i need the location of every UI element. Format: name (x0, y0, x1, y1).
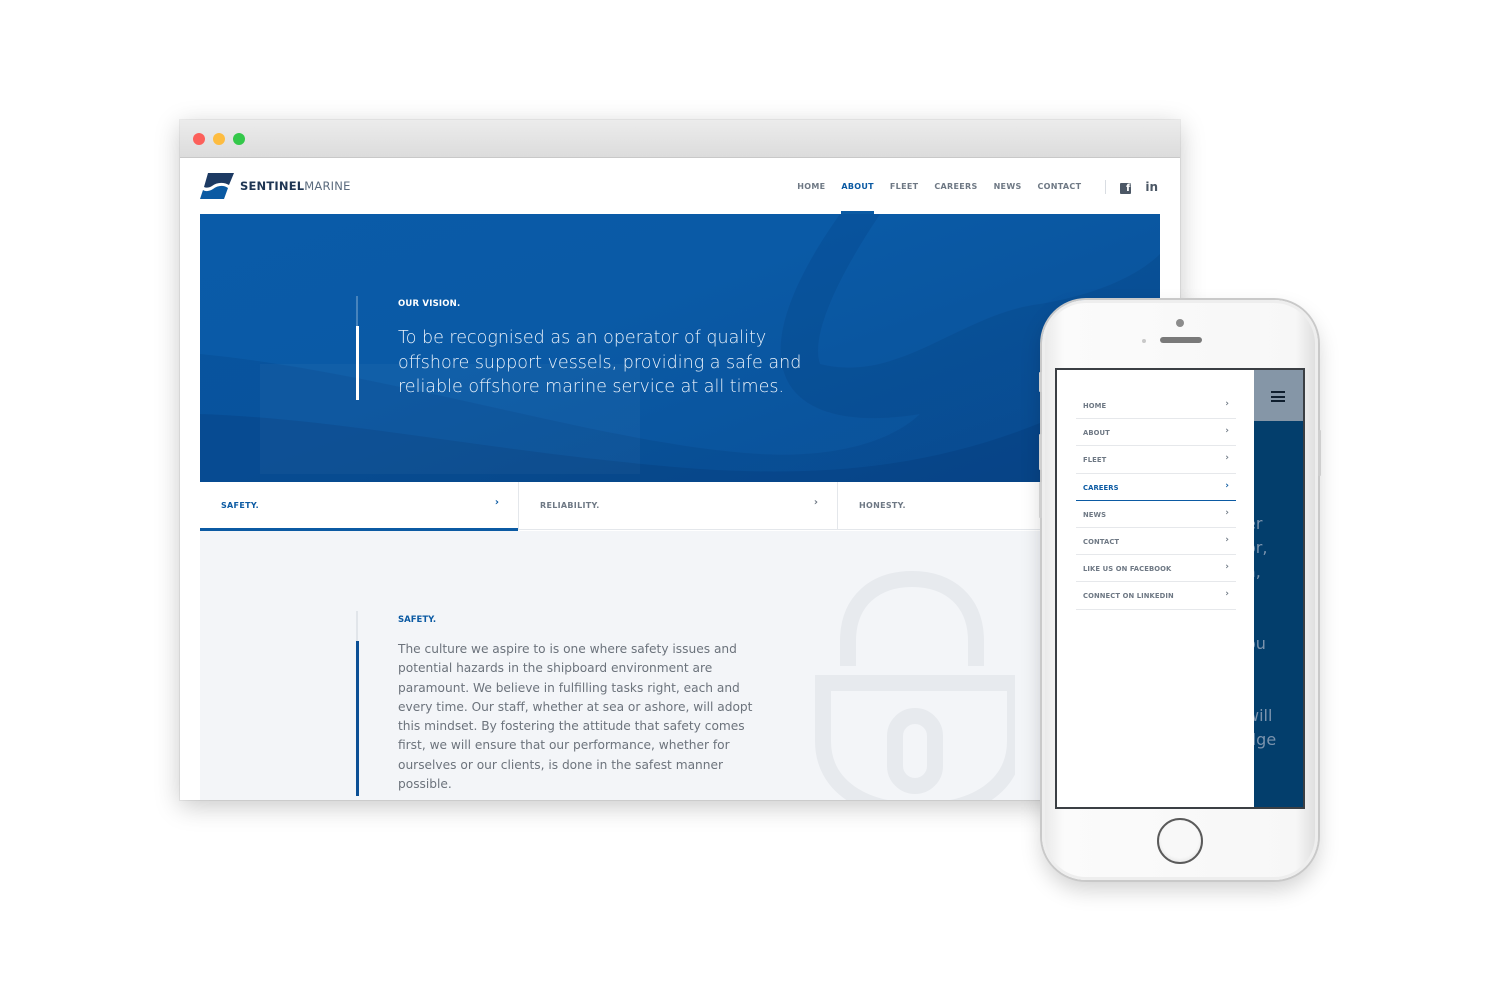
phone-mute-switch (1039, 372, 1042, 392)
tab-reliability[interactable]: RELIABILITY. › (519, 482, 838, 530)
minimize-window-button[interactable] (213, 133, 225, 145)
mobile-menu-careers[interactable]: CAREERS › (1076, 474, 1236, 501)
close-window-button[interactable] (193, 133, 205, 145)
mobile-menu-fleet[interactable]: FLEET › (1076, 446, 1236, 474)
mobile-menu: HOME › ABOUT › FLEET › CAREERS › NEWS › CONTA… (1076, 392, 1236, 610)
phone-speaker (1160, 337, 1202, 343)
chevron-right-icon: › (1225, 399, 1229, 409)
tab-safety[interactable]: SAFETY. › (200, 482, 519, 531)
chevron-right-icon: › (1225, 589, 1229, 600)
chevron-right-icon: › (1225, 453, 1229, 464)
safety-content: SAFETY. The culture we aspire to is one … (200, 531, 1160, 800)
mobile-menu-home[interactable]: HOME › (1076, 392, 1236, 420)
browser-titlebar (180, 120, 1180, 158)
menu-toggle-button[interactable] (1254, 370, 1303, 421)
hero-accent-line-faint (356, 296, 358, 326)
mobile-background-text: er or, a, ou will dge (1254, 514, 1277, 749)
vision-statement: To be recognised as an operator of quali… (398, 328, 802, 397)
facebook-icon: f (1120, 182, 1132, 194)
padlock-icon (815, 571, 1015, 800)
mobile-page-peek: er or, a, ou will dge (1254, 370, 1303, 807)
vision-hero: OUR VISION. To be recognised as an opera… (200, 214, 1160, 482)
nav-fleet[interactable]: FLEET (890, 159, 918, 214)
menu-item-label: NEWS (1083, 510, 1107, 519)
logo-text-bold: SENTINEL (240, 179, 305, 193)
mobile-menu-about[interactable]: ABOUT › (1076, 419, 1236, 447)
nav-divider (1105, 179, 1107, 194)
chevron-right-icon: › (1225, 426, 1229, 437)
site-logo[interactable]: SENTINELMARINE (200, 173, 351, 199)
chevron-right-icon: › (1225, 507, 1229, 518)
main-nav: HOME ABOUT FLEET CAREERS NEWS CONTACT f … (797, 159, 1180, 214)
chevron-right-icon: › (813, 497, 818, 508)
nav-home[interactable]: HOME (797, 159, 825, 214)
facebook-link[interactable]: f (1120, 180, 1132, 194)
nav-careers[interactable]: CAREERS (934, 159, 977, 214)
menu-item-label: LIKE US ON FACEBOOK (1083, 565, 1172, 574)
phone-screen: er or, a, ou will dge HOME › ABOUT › FLEET… (1055, 368, 1305, 809)
menu-item-label: FLEET (1083, 456, 1107, 465)
phone-camera (1176, 319, 1184, 327)
hamburger-icon (1271, 391, 1285, 405)
mobile-menu-news[interactable]: NEWS › (1076, 501, 1236, 528)
menu-item-label: CONNECT ON LINKEDIN (1083, 592, 1174, 601)
section-body: The culture we aspire to is one where sa… (398, 642, 753, 792)
nav-news[interactable]: NEWS (994, 159, 1022, 214)
menu-item-label: ABOUT (1083, 429, 1110, 438)
nav-contact[interactable]: CONTACT (1038, 159, 1082, 214)
phone-home-button[interactable] (1157, 818, 1203, 864)
chevron-right-icon: › (1225, 480, 1229, 491)
nav-about[interactable]: ABOUT (841, 159, 874, 214)
values-tabs: SAFETY. › RELIABILITY. › HONESTY. (200, 482, 1160, 531)
menu-item-label: CAREERS (1083, 483, 1119, 492)
chevron-right-icon: › (494, 497, 499, 508)
stage: SENTINELMARINE HOME ABOUT FLEET CAREERS … (0, 0, 1500, 1000)
maximize-window-button[interactable] (233, 133, 245, 145)
mobile-menu-facebook[interactable]: LIKE US ON FACEBOOK › (1076, 555, 1236, 583)
hero-accent-line (356, 326, 359, 400)
content-accent-line-faint (356, 611, 358, 641)
sentinel-wave-logo-icon (200, 173, 234, 199)
linkedin-icon[interactable]: in (1145, 180, 1158, 194)
browser-window: SENTINELMARINE HOME ABOUT FLEET CAREERS … (180, 120, 1180, 800)
tab-label: HONESTY. (859, 501, 906, 510)
phone-power-button (1318, 430, 1321, 476)
mobile-menu-linkedin[interactable]: CONNECT ON LINKEDIN › (1076, 582, 1236, 610)
section-heading: SAFETY. (398, 615, 437, 625)
web-page: SENTINELMARINE HOME ABOUT FLEET CAREERS … (180, 159, 1180, 800)
chevron-right-icon: › (1225, 534, 1229, 545)
phone-volume-down (1039, 482, 1042, 518)
chevron-right-icon: › (1225, 562, 1229, 573)
vision-label: OUR VISION. (398, 299, 461, 309)
tab-label: SAFETY. (221, 501, 259, 510)
content-accent-line (356, 641, 359, 796)
tab-label: RELIABILITY. (540, 501, 600, 510)
phone-volume-up (1039, 434, 1042, 470)
phone-sensor (1142, 339, 1146, 343)
logo-text: SENTINELMARINE (240, 179, 351, 193)
mobile-menu-contact[interactable]: CONTACT › (1076, 528, 1236, 556)
site-header: SENTINELMARINE HOME ABOUT FLEET CAREERS … (180, 159, 1180, 214)
menu-item-label: CONTACT (1083, 537, 1120, 546)
phone-mockup: er or, a, ou will dge HOME › ABOUT › FLEET… (1039, 300, 1321, 880)
menu-item-label: HOME (1083, 402, 1107, 410)
logo-text-light: MARINE (304, 179, 351, 193)
